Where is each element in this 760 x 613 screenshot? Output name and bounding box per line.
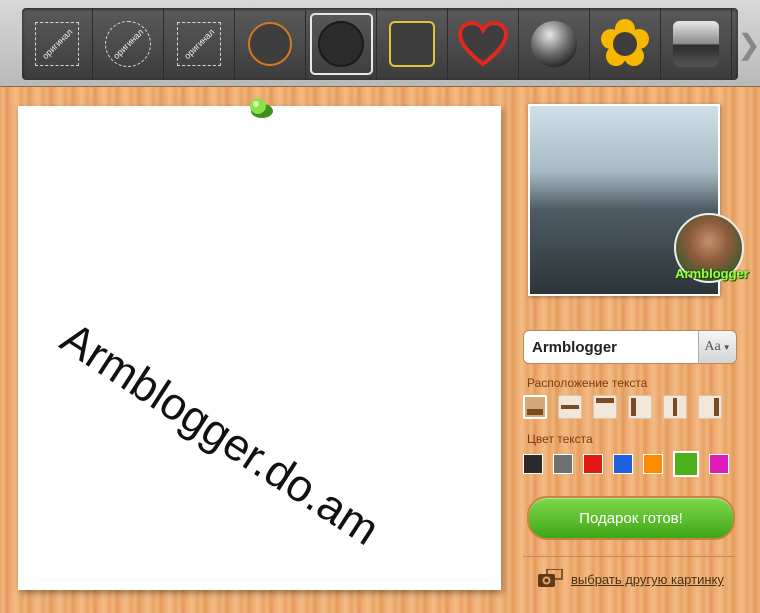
circle-dashed-frame-icon: оригинал bbox=[105, 21, 151, 67]
preview-label: Armblogger bbox=[675, 266, 749, 281]
frame-tile-glossy-square[interactable] bbox=[661, 8, 732, 80]
choose-another-image-link[interactable]: выбрать другую картинку bbox=[571, 572, 724, 587]
frame-tile-original-rounded[interactable]: оригинал bbox=[164, 8, 235, 80]
card-text-input[interactable]: Armblogger bbox=[523, 330, 699, 364]
frame-label: оригинал bbox=[39, 26, 75, 62]
square-dashed-frame-icon: оригинал bbox=[35, 22, 79, 66]
chevron-right-icon[interactable]: ❯ bbox=[737, 8, 760, 80]
position-label: Расположение текста bbox=[527, 376, 648, 390]
position-bottom-button[interactable] bbox=[523, 395, 547, 419]
frame-tile-heart[interactable] bbox=[448, 8, 519, 80]
glossy-square-frame-icon bbox=[673, 21, 719, 67]
position-right-button[interactable] bbox=[698, 395, 722, 419]
color-swatch[interactable] bbox=[673, 451, 699, 477]
font-select-button[interactable]: Aa ▼ bbox=[698, 330, 737, 364]
text-position-options bbox=[523, 395, 722, 419]
square-dashed-frame-icon: оригинал bbox=[177, 22, 221, 66]
frame-toolbar: оригинал оригинал оригинал ❯ bbox=[0, 0, 760, 87]
position-center-vertical-button[interactable] bbox=[663, 395, 687, 419]
frame-tile-circle-orange[interactable] bbox=[235, 8, 306, 80]
circle-dark-frame-icon bbox=[318, 21, 364, 67]
circle-orange-frame-icon bbox=[248, 22, 292, 66]
divider bbox=[523, 556, 735, 557]
position-top-button[interactable] bbox=[593, 395, 617, 419]
font-button-label: Aa bbox=[704, 339, 721, 354]
frame-label: оригинал bbox=[110, 26, 146, 62]
position-middle-button[interactable] bbox=[558, 395, 582, 419]
frame-tile-ball[interactable] bbox=[519, 8, 590, 80]
square-yellow-frame-icon bbox=[389, 21, 435, 67]
color-swatch[interactable] bbox=[523, 454, 543, 474]
frame-tile-square-yellow[interactable] bbox=[377, 8, 448, 80]
gift-ready-button[interactable]: Подарок готов! bbox=[527, 496, 735, 540]
flower-frame-icon bbox=[601, 19, 649, 66]
heart-frame-icon bbox=[458, 21, 508, 67]
chevron-down-icon: ▼ bbox=[722, 342, 731, 352]
frame-tile-original-square[interactable]: оригинал bbox=[22, 8, 93, 80]
color-label: Цвет текста bbox=[527, 432, 593, 446]
camera-icon bbox=[538, 569, 563, 587]
position-left-button[interactable] bbox=[628, 395, 652, 419]
color-swatch[interactable] bbox=[583, 454, 603, 474]
color-swatch[interactable] bbox=[709, 454, 729, 474]
frame-strip: оригинал оригинал оригинал bbox=[22, 8, 738, 80]
pushpin-icon bbox=[250, 98, 273, 118]
frame-tile-original-circle[interactable]: оригинал bbox=[93, 8, 164, 80]
color-swatch[interactable] bbox=[553, 454, 573, 474]
color-swatch[interactable] bbox=[643, 454, 663, 474]
color-swatch[interactable] bbox=[613, 454, 633, 474]
text-color-options bbox=[523, 451, 729, 477]
frame-tile-flower[interactable] bbox=[590, 8, 661, 80]
frame-label: оригинал bbox=[181, 26, 217, 62]
frame-tile-circle-dark[interactable] bbox=[306, 8, 377, 80]
glossy-ball-frame-icon bbox=[531, 21, 577, 67]
